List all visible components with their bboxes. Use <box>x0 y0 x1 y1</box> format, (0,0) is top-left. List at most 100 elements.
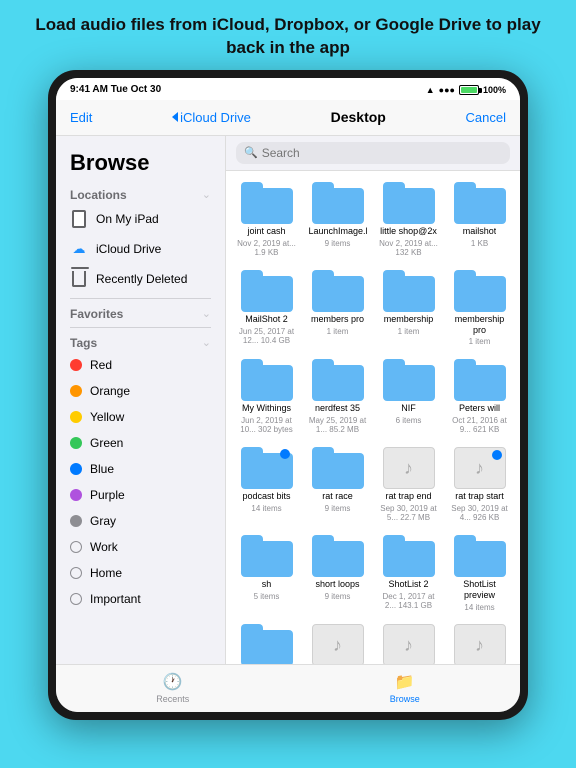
main-content: Browse Locations ⌄ On My iPad ☁ iClo <box>56 136 520 664</box>
file-item[interactable]: membership pro 1 item <box>447 267 512 350</box>
sidebar-item-red[interactable]: Red <box>56 352 225 378</box>
file-item[interactable]: mailshot 1 KB <box>447 179 512 261</box>
search-bar: 🔍 <box>226 136 520 171</box>
folder-icon <box>454 535 506 577</box>
tags-label: Tags <box>70 336 97 350</box>
file-name: Peters will <box>459 403 500 414</box>
green-dot-icon <box>70 437 82 449</box>
sidebar: Browse Locations ⌄ On My iPad ☁ iClo <box>56 136 226 664</box>
audio-file-icon: ♪ <box>454 624 506 664</box>
file-item[interactable]: ♪ rat trap end Sep 30, 2019 at 5... 22.7… <box>376 444 441 526</box>
file-meta: Jun 25, 2017 at 12... 10.4 GB <box>237 327 296 346</box>
locations-chevron-icon: ⌄ <box>202 188 211 201</box>
yellow-tag-label: Yellow <box>90 410 124 424</box>
file-item[interactable]: rat race 9 items <box>305 444 370 526</box>
music-note-icon: ♪ <box>475 635 484 656</box>
nav-bar: Edit iCloud Drive Desktop Cancel <box>56 100 520 136</box>
folder-icon <box>454 270 506 312</box>
file-meta: 5 items <box>254 592 280 602</box>
file-item[interactable]: Peters will Oct 21, 2016 at 9... 621 KB <box>447 356 512 438</box>
file-meta: Nov 2, 2019 at... 132 KB <box>379 239 438 258</box>
sidebar-item-icloud-drive[interactable]: ☁ iCloud Drive <box>56 234 225 264</box>
sidebar-item-work[interactable]: Work <box>56 534 225 560</box>
sidebar-item-blue[interactable]: Blue <box>56 456 225 482</box>
file-name: members pro <box>311 314 364 325</box>
gray-dot-icon <box>70 515 82 527</box>
file-item[interactable]: sh 5 items <box>234 532 299 615</box>
file-grid: joint cash Nov 2, 2019 at... 1.9 KB Laun… <box>226 171 520 664</box>
battery-label: 100% <box>483 85 506 95</box>
nav-title: Desktop <box>331 109 386 125</box>
signal-icon: ●●● <box>439 85 455 95</box>
sidebar-item-yellow[interactable]: Yellow <box>56 404 225 430</box>
file-name: short loops <box>315 579 359 590</box>
file-item[interactable]: podcast bits 14 items <box>234 444 299 526</box>
file-item[interactable]: ShotList 2 Dec 1, 2017 at 2... 143.1 GB <box>376 532 441 615</box>
file-item[interactable]: ShotList preview 14 items <box>447 532 512 615</box>
file-item[interactable]: MailShot 2 Jun 25, 2017 at 12... 10.4 GB <box>234 267 299 350</box>
back-label: iCloud Drive <box>180 110 251 125</box>
file-area: 🔍 joint cash Nov 2, 2019 at... 1.9 KB La… <box>226 136 520 664</box>
file-item[interactable]: members pro 1 item <box>305 267 370 350</box>
folder-icon <box>241 535 293 577</box>
nav-center: iCloud Drive <box>172 110 251 125</box>
pin-icon <box>280 449 290 459</box>
audio-file-icon: ♪ <box>312 624 364 664</box>
folder-icon <box>241 270 293 312</box>
file-item[interactable]: ♪ shotlistpad Feb 5, 2018 at 5... 14 KB <box>305 621 370 664</box>
file-item[interactable]: My Withings Jun 2, 2019 at 10... 302 byt… <box>234 356 299 438</box>
sidebar-item-important[interactable]: Important <box>56 586 225 612</box>
file-item[interactable]: ♪ Simulator Screen Shot -1...0.23.45 383… <box>447 621 512 664</box>
red-dot-icon <box>70 359 82 371</box>
file-item[interactable]: little shop@2x Nov 2, 2019 at... 132 KB <box>376 179 441 261</box>
file-item[interactable]: short loops 9 items <box>305 532 370 615</box>
device-screen: 9:41 AM Tue Oct 30 ▲ ●●● 100% Edit iClou… <box>56 78 520 712</box>
top-banner: Load audio files from iCloud, Dropbox, o… <box>0 0 576 70</box>
home-tag-label: Home <box>90 566 122 580</box>
sidebar-item-orange[interactable]: Orange <box>56 378 225 404</box>
sidebar-item-on-my-ipad[interactable]: On My iPad <box>56 204 225 234</box>
sidebar-item-home[interactable]: Home <box>56 560 225 586</box>
tab-browse[interactable]: 📁 Browse <box>370 670 440 706</box>
file-name: ShotList preview <box>451 579 509 601</box>
favorites-label: Favorites <box>70 307 123 321</box>
tags-chevron-icon: ⌄ <box>202 336 211 349</box>
back-button[interactable]: iCloud Drive <box>172 110 251 125</box>
file-item[interactable]: joint cash Nov 2, 2019 at... 1.9 KB <box>234 179 299 261</box>
file-meta: Sep 30, 2019 at 5... 22.7 MB <box>379 504 438 523</box>
file-item[interactable]: LaunchImage.launchimage 9 items <box>305 179 370 261</box>
ipad-icon <box>70 210 88 228</box>
cancel-button[interactable]: Cancel <box>466 110 506 125</box>
file-item[interactable]: ShotList preview copy 14 items <box>234 621 299 664</box>
file-name: MailShot 2 <box>245 314 288 325</box>
important-tag-label: Important <box>90 592 141 606</box>
sidebar-item-purple[interactable]: Purple <box>56 482 225 508</box>
file-item[interactable]: ♪ Simulator Screen Shot -1...0.23.23 Oct… <box>376 621 441 664</box>
icloud-icon: ☁ <box>70 240 88 258</box>
file-meta: Oct 21, 2016 at 9... 621 KB <box>450 416 509 435</box>
browse-label: Browse <box>390 694 420 704</box>
file-name: rat race <box>322 491 353 502</box>
music-note-icon: ♪ <box>333 635 342 656</box>
edit-button[interactable]: Edit <box>70 110 92 125</box>
file-meta: 1 item <box>469 337 491 347</box>
favorites-section-header[interactable]: Favorites ⌄ <box>56 303 225 323</box>
sidebar-item-green[interactable]: Green <box>56 430 225 456</box>
search-input[interactable] <box>262 146 502 160</box>
locations-section-header[interactable]: Locations ⌄ <box>56 184 225 204</box>
tab-recents[interactable]: 🕐 Recents <box>136 670 209 706</box>
recents-icon: 🕐 <box>163 672 183 692</box>
blue-dot-icon <box>70 463 82 475</box>
file-meta: 9 items <box>325 504 351 514</box>
tags-section-header[interactable]: Tags ⌄ <box>56 332 225 352</box>
sidebar-item-gray[interactable]: Gray <box>56 508 225 534</box>
file-item[interactable]: nerdfest 35 May 25, 2019 at 1... 85.2 MB <box>305 356 370 438</box>
file-name: rat trap start <box>455 491 504 502</box>
sidebar-item-recently-deleted[interactable]: Recently Deleted <box>56 264 225 294</box>
search-wrapper[interactable]: 🔍 <box>236 142 510 164</box>
file-item[interactable]: NIF 6 items <box>376 356 441 438</box>
file-item[interactable]: ♪ rat trap start Sep 30, 2019 at 4... 92… <box>447 444 512 526</box>
file-name: My Withings <box>242 403 291 414</box>
folder-icon <box>312 447 364 489</box>
file-item[interactable]: membership 1 item <box>376 267 441 350</box>
